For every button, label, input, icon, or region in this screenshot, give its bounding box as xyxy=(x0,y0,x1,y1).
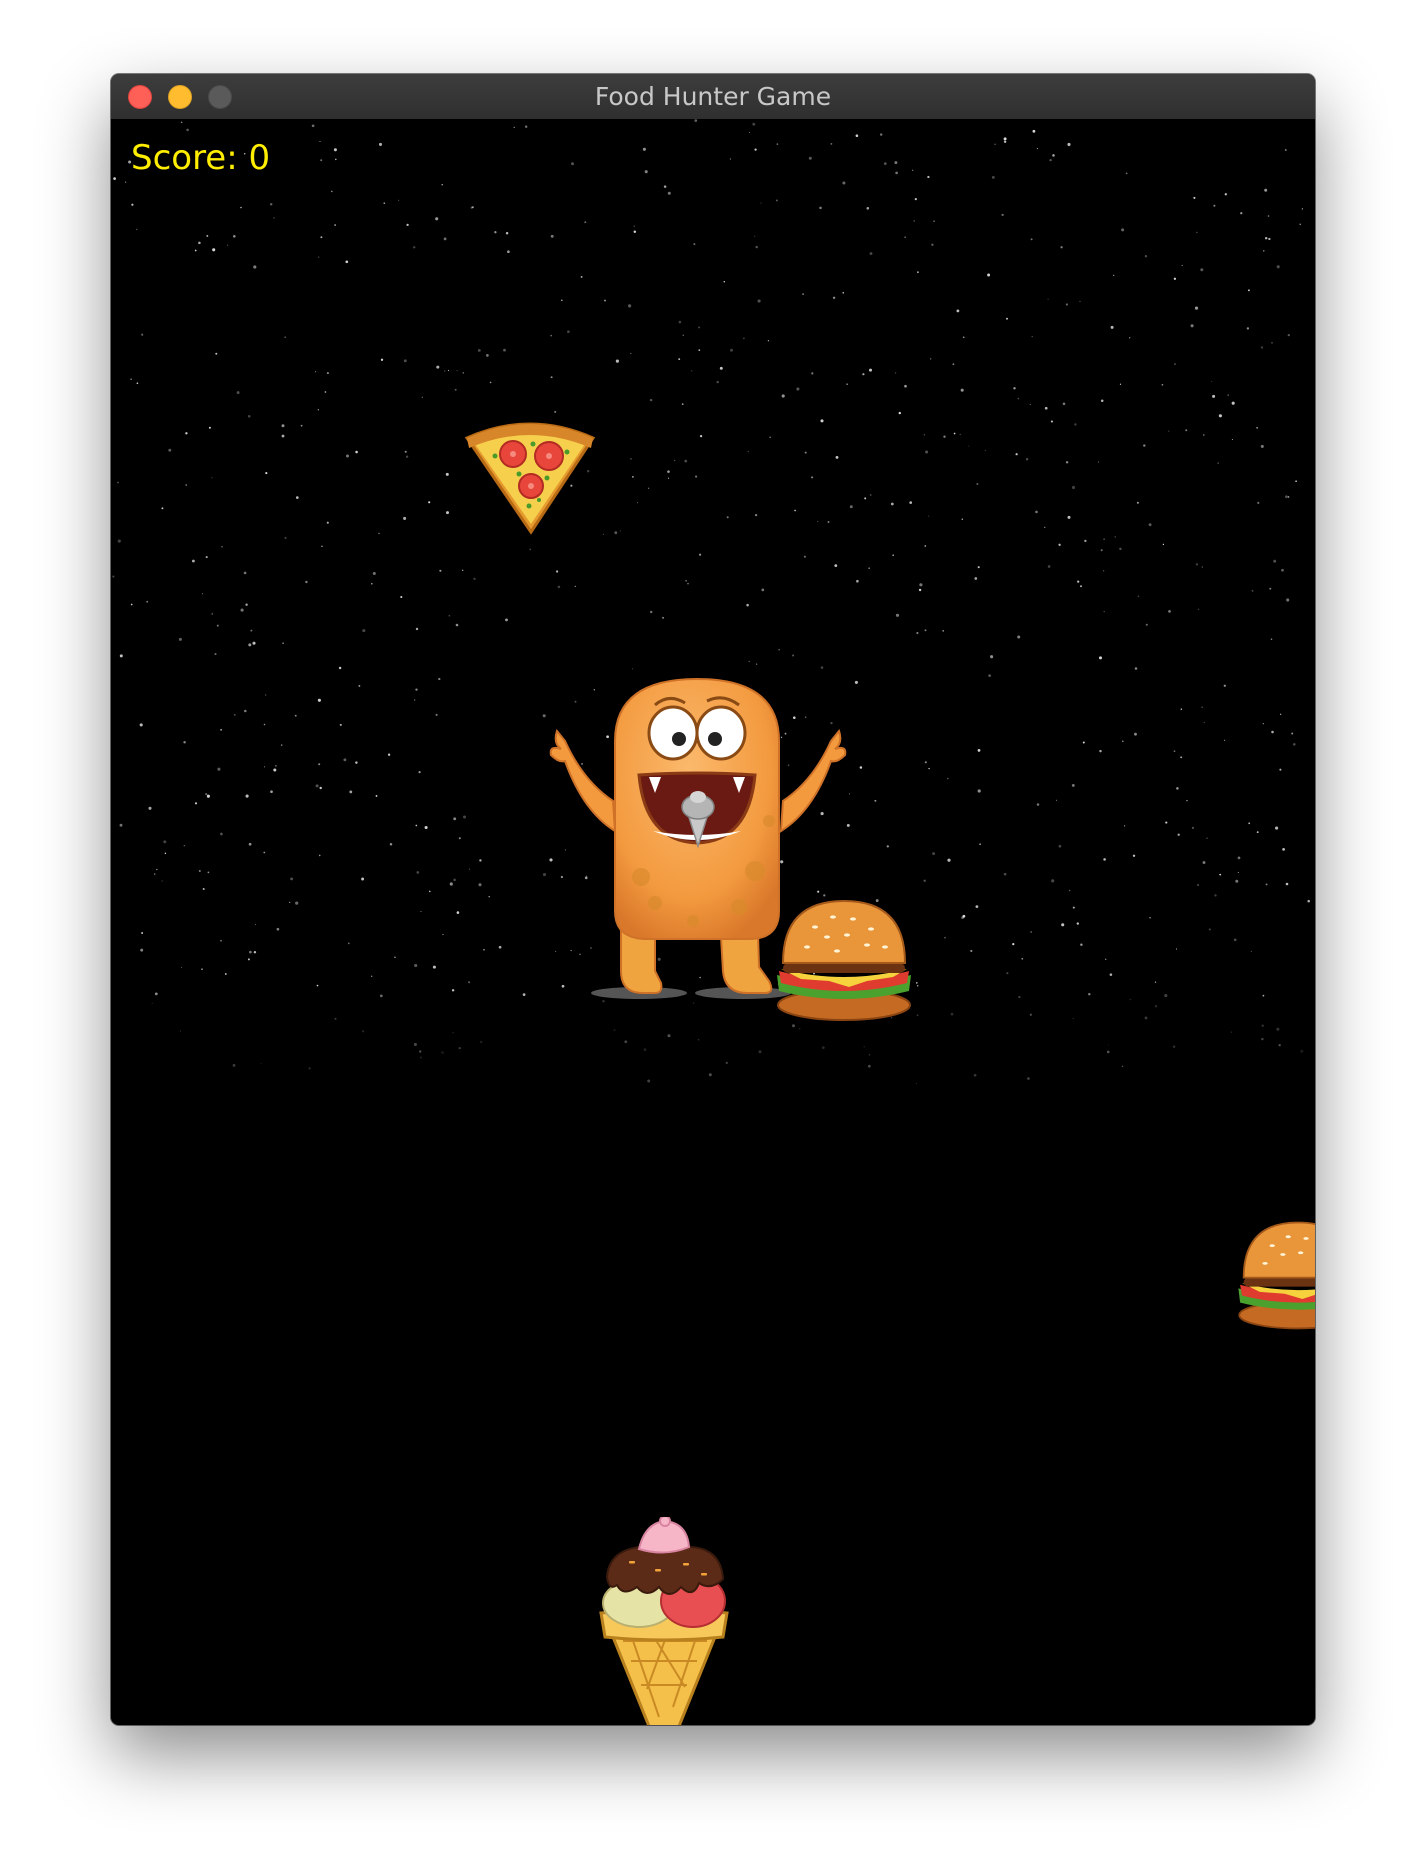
burger-icon xyxy=(777,899,911,1021)
title-bar[interactable]: Food Hunter Game xyxy=(111,74,1315,120)
score-label: Score: 0 xyxy=(131,138,271,178)
window-title: Food Hunter Game xyxy=(594,82,832,111)
game-window: Food Hunter Game Score: 0 xyxy=(111,74,1315,1725)
ice-cream-cone-icon xyxy=(599,1517,729,1725)
burger-icon xyxy=(1238,1221,1315,1330)
pizza-slice-icon xyxy=(464,422,596,535)
game-canvas[interactable]: Score: 0 xyxy=(111,119,1315,1725)
